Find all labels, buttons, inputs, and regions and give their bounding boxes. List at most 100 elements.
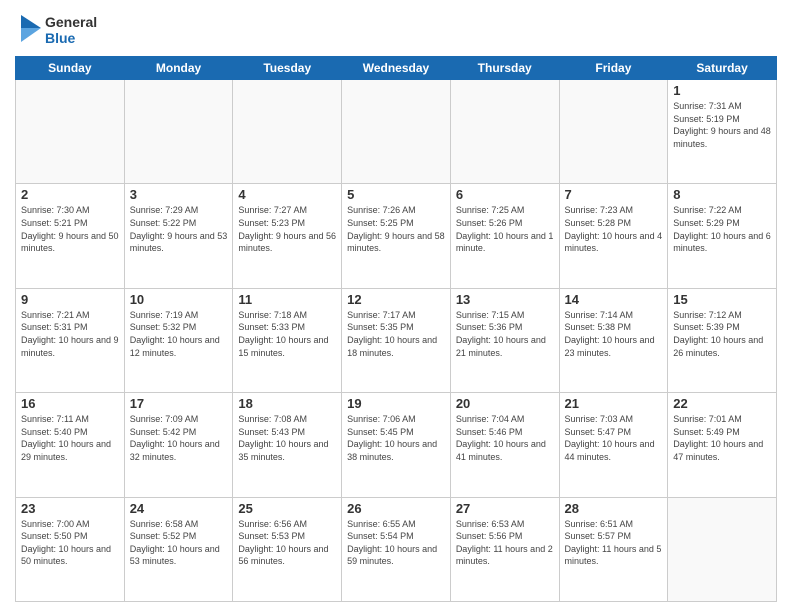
- day-info: Sunrise: 6:53 AM Sunset: 5:56 PM Dayligh…: [456, 518, 554, 568]
- week-row-3: 9Sunrise: 7:21 AM Sunset: 5:31 PM Daylig…: [16, 288, 777, 392]
- day-info: Sunrise: 7:08 AM Sunset: 5:43 PM Dayligh…: [238, 413, 336, 463]
- calendar-cell: 6 Sunrise: 7:25 AM Sunset: 5:26 PM Daylig…: [450, 184, 559, 288]
- day-info: Sunrise: 6:58 AM Sunset: 5:52 PM Dayligh…: [130, 518, 228, 568]
- calendar-cell: [16, 80, 125, 184]
- day-info: Sunrise: 7:03 AM Sunset: 5:47 PM Dayligh…: [565, 413, 663, 463]
- calendar-cell: 8 Sunrise: 7:22 AM Sunset: 5:29 PM Daylig…: [668, 184, 777, 288]
- page: GeneralBlue SundayMondayTuesdayWednesday…: [0, 0, 792, 612]
- week-row-1: 1Sunrise: 7:31 AM Sunset: 5:19 PM Daylig…: [16, 80, 777, 184]
- calendar-cell: 23 Sunrise: 7:00 AM Sunset: 5:50 PM Dayli…: [16, 497, 125, 601]
- day-number: 23: [21, 501, 119, 516]
- day-number: 5: [347, 187, 445, 202]
- day-info: Sunrise: 7:06 AM Sunset: 5:45 PM Dayligh…: [347, 413, 445, 463]
- day-info: Sunrise: 7:15 AM Sunset: 5:36 PM Dayligh…: [456, 309, 554, 359]
- day-number: 2: [21, 187, 119, 202]
- day-number: 11: [238, 292, 336, 307]
- day-number: 28: [565, 501, 663, 516]
- day-number: 12: [347, 292, 445, 307]
- calendar-cell: 26 Sunrise: 6:55 AM Sunset: 5:54 PM Dayli…: [342, 497, 451, 601]
- calendar-cell: [233, 80, 342, 184]
- day-info: Sunrise: 7:27 AM Sunset: 5:23 PM Dayligh…: [238, 204, 336, 254]
- day-info: Sunrise: 7:29 AM Sunset: 5:22 PM Dayligh…: [130, 204, 228, 254]
- weekday-header-wednesday: Wednesday: [342, 57, 451, 80]
- calendar-cell: 21 Sunrise: 7:03 AM Sunset: 5:47 PM Dayli…: [559, 393, 668, 497]
- weekday-header-row: SundayMondayTuesdayWednesdayThursdayFrid…: [16, 57, 777, 80]
- calendar-cell: 19 Sunrise: 7:06 AM Sunset: 5:45 PM Dayli…: [342, 393, 451, 497]
- calendar-cell: 9Sunrise: 7:21 AM Sunset: 5:31 PM Daylig…: [16, 288, 125, 392]
- calendar-cell: 15Sunrise: 7:12 AM Sunset: 5:39 PM Dayli…: [668, 288, 777, 392]
- day-info: Sunrise: 6:56 AM Sunset: 5:53 PM Dayligh…: [238, 518, 336, 568]
- day-number: 19: [347, 396, 445, 411]
- weekday-header-thursday: Thursday: [450, 57, 559, 80]
- day-number: 17: [130, 396, 228, 411]
- day-number: 27: [456, 501, 554, 516]
- day-info: Sunrise: 7:31 AM Sunset: 5:19 PM Dayligh…: [673, 100, 771, 150]
- calendar-cell: [668, 497, 777, 601]
- calendar-cell: 28 Sunrise: 6:51 AM Sunset: 5:57 PM Dayli…: [559, 497, 668, 601]
- day-info: Sunrise: 7:30 AM Sunset: 5:21 PM Dayligh…: [21, 204, 119, 254]
- header: GeneralBlue: [15, 10, 777, 50]
- day-number: 26: [347, 501, 445, 516]
- day-number: 4: [238, 187, 336, 202]
- calendar-cell: 16 Sunrise: 7:11 AM Sunset: 5:40 PM Dayli…: [16, 393, 125, 497]
- weekday-header-sunday: Sunday: [16, 57, 125, 80]
- calendar-cell: 20 Sunrise: 7:04 AM Sunset: 5:46 PM Dayli…: [450, 393, 559, 497]
- day-number: 14: [565, 292, 663, 307]
- calendar-cell: 2 Sunrise: 7:30 AM Sunset: 5:21 PM Daylig…: [16, 184, 125, 288]
- day-number: 24: [130, 501, 228, 516]
- day-info: Sunrise: 7:23 AM Sunset: 5:28 PM Dayligh…: [565, 204, 663, 254]
- day-number: 16: [21, 396, 119, 411]
- calendar-cell: 12 Sunrise: 7:17 AM Sunset: 5:35 PM Dayli…: [342, 288, 451, 392]
- day-info: Sunrise: 6:51 AM Sunset: 5:57 PM Dayligh…: [565, 518, 663, 568]
- calendar-cell: 4 Sunrise: 7:27 AM Sunset: 5:23 PM Daylig…: [233, 184, 342, 288]
- calendar-cell: 11 Sunrise: 7:18 AM Sunset: 5:33 PM Dayli…: [233, 288, 342, 392]
- day-number: 21: [565, 396, 663, 411]
- day-info: Sunrise: 7:12 AM Sunset: 5:39 PM Dayligh…: [673, 309, 771, 359]
- day-number: 20: [456, 396, 554, 411]
- calendar-cell: [559, 80, 668, 184]
- calendar-cell: 1Sunrise: 7:31 AM Sunset: 5:19 PM Daylig…: [668, 80, 777, 184]
- calendar-cell: 13 Sunrise: 7:15 AM Sunset: 5:36 PM Dayli…: [450, 288, 559, 392]
- day-number: 22: [673, 396, 771, 411]
- day-info: Sunrise: 7:25 AM Sunset: 5:26 PM Dayligh…: [456, 204, 554, 254]
- day-number: 13: [456, 292, 554, 307]
- day-info: Sunrise: 7:14 AM Sunset: 5:38 PM Dayligh…: [565, 309, 663, 359]
- day-number: 18: [238, 396, 336, 411]
- svg-text:Blue: Blue: [45, 30, 76, 46]
- day-info: Sunrise: 6:55 AM Sunset: 5:54 PM Dayligh…: [347, 518, 445, 568]
- svg-text:General: General: [45, 14, 97, 30]
- calendar-cell: [124, 80, 233, 184]
- day-info: Sunrise: 7:19 AM Sunset: 5:32 PM Dayligh…: [130, 309, 228, 359]
- calendar-cell: 17Sunrise: 7:09 AM Sunset: 5:42 PM Dayli…: [124, 393, 233, 497]
- calendar-cell: 14 Sunrise: 7:14 AM Sunset: 5:38 PM Dayli…: [559, 288, 668, 392]
- logo-svg: GeneralBlue: [15, 10, 105, 50]
- day-number: 8: [673, 187, 771, 202]
- day-info: Sunrise: 7:01 AM Sunset: 5:49 PM Dayligh…: [673, 413, 771, 463]
- day-number: 6: [456, 187, 554, 202]
- weekday-header-tuesday: Tuesday: [233, 57, 342, 80]
- calendar-cell: 22 Sunrise: 7:01 AM Sunset: 5:49 PM Dayli…: [668, 393, 777, 497]
- day-info: Sunrise: 7:22 AM Sunset: 5:29 PM Dayligh…: [673, 204, 771, 254]
- day-number: 10: [130, 292, 228, 307]
- day-number: 3: [130, 187, 228, 202]
- weekday-header-saturday: Saturday: [668, 57, 777, 80]
- week-row-2: 2 Sunrise: 7:30 AM Sunset: 5:21 PM Daylig…: [16, 184, 777, 288]
- day-info: Sunrise: 7:00 AM Sunset: 5:50 PM Dayligh…: [21, 518, 119, 568]
- calendar-cell: 25Sunrise: 6:56 AM Sunset: 5:53 PM Dayli…: [233, 497, 342, 601]
- calendar-cell: 24 Sunrise: 6:58 AM Sunset: 5:52 PM Dayli…: [124, 497, 233, 601]
- day-number: 7: [565, 187, 663, 202]
- calendar-cell: 5 Sunrise: 7:26 AM Sunset: 5:25 PM Daylig…: [342, 184, 451, 288]
- calendar-table: SundayMondayTuesdayWednesdayThursdayFrid…: [15, 56, 777, 602]
- week-row-5: 23 Sunrise: 7:00 AM Sunset: 5:50 PM Dayli…: [16, 497, 777, 601]
- day-info: Sunrise: 7:26 AM Sunset: 5:25 PM Dayligh…: [347, 204, 445, 254]
- calendar-cell: [450, 80, 559, 184]
- calendar-cell: [342, 80, 451, 184]
- calendar-cell: 27 Sunrise: 6:53 AM Sunset: 5:56 PM Dayli…: [450, 497, 559, 601]
- weekday-header-monday: Monday: [124, 57, 233, 80]
- day-info: Sunrise: 7:11 AM Sunset: 5:40 PM Dayligh…: [21, 413, 119, 463]
- calendar-cell: 18 Sunrise: 7:08 AM Sunset: 5:43 PM Dayli…: [233, 393, 342, 497]
- day-info: Sunrise: 7:18 AM Sunset: 5:33 PM Dayligh…: [238, 309, 336, 359]
- day-info: Sunrise: 7:04 AM Sunset: 5:46 PM Dayligh…: [456, 413, 554, 463]
- calendar-cell: 7 Sunrise: 7:23 AM Sunset: 5:28 PM Daylig…: [559, 184, 668, 288]
- day-info: Sunrise: 7:17 AM Sunset: 5:35 PM Dayligh…: [347, 309, 445, 359]
